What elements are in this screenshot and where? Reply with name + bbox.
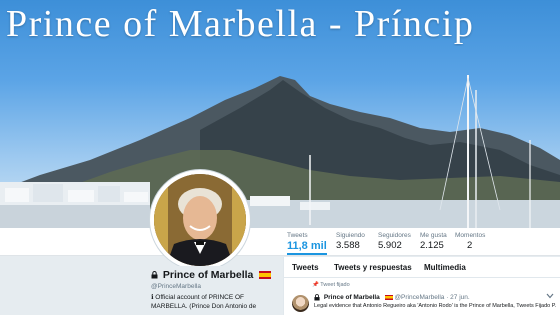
stat-likes-value: 2.125	[420, 240, 444, 251]
profile-handle[interactable]: @PrinceMarbella	[151, 283, 201, 290]
profile-nav-bar: Tweets 11,8 mil Siguiendo 3.588 Seguidor…	[0, 228, 560, 256]
profile-name-row: Prince of Marbella	[151, 269, 272, 281]
stat-followers[interactable]: Seguidores 5.902	[378, 232, 411, 256]
pinned-tweet-text: Tweet fijado	[320, 282, 350, 288]
stat-moments-value: 2	[467, 240, 473, 251]
tweet-handle-time[interactable]: @PrinceMarbella · 27 jun.	[394, 294, 469, 301]
stat-likes-label: Me gusta	[420, 232, 447, 239]
timeline-tabs: Tweets Tweets y respuestas Multimedia	[284, 257, 560, 278]
tweet-lock-icon	[314, 294, 320, 301]
stat-moments-label: Momentos	[455, 232, 486, 239]
tweet-spain-flag-icon	[384, 295, 393, 300]
stat-tweets[interactable]: Tweets 11,8 mil	[287, 232, 327, 255]
profile-name[interactable]: Prince of Marbella	[163, 269, 253, 281]
tweet-author-avatar[interactable]	[292, 295, 309, 312]
profile-bio-line1: ℹ Official account of PRINCE OF	[151, 294, 245, 301]
timeline-panel: Tweets Tweets y respuestas Multimedia 📌 …	[283, 257, 560, 315]
tab-media[interactable]: Multimedia	[424, 263, 466, 272]
spain-flag-icon	[259, 271, 272, 280]
tweet-header: Prince of Marbella @PrinceMarbella · 27 …	[314, 294, 470, 301]
profile-bio: ℹ Official account of PRINCE OF MARBELLA…	[151, 294, 281, 311]
profile-bio-line2: MARBELLA. (Prince Don Antonio de	[151, 302, 257, 310]
stat-tweets-label: Tweets	[287, 232, 308, 239]
banner-title-text: Prince of Marbella - Príncip	[6, 3, 475, 45]
avatar-portrait-image	[154, 174, 246, 266]
tweet-author-name[interactable]: Prince of Marbella	[324, 294, 380, 301]
stat-tweets-value: 11,8 mil	[287, 240, 327, 252]
stat-followers-label: Seguidores	[378, 232, 411, 239]
tab-tweets[interactable]: Tweets	[292, 263, 319, 272]
stat-following-label: Siguiendo	[336, 232, 365, 239]
tab-tweets-and-replies[interactable]: Tweets y respuestas	[334, 263, 412, 272]
stat-likes[interactable]: Me gusta 2.125	[420, 232, 447, 256]
stat-following-value: 3.588	[336, 240, 360, 251]
stat-moments[interactable]: Momentos 2	[455, 232, 485, 256]
profile-info-card: Prince of Marbella @PrinceMarbella ℹ Off…	[143, 266, 278, 315]
stat-following[interactable]: Siguiendo 3.588	[336, 232, 365, 256]
tweet-body-text: Legal evidence that Antonio Regueiro aka…	[314, 303, 556, 309]
pinned-tweet-label: 📌 Tweet fijado	[312, 282, 350, 288]
pin-icon: 📌	[312, 282, 319, 288]
profile-header-banner: Prince of Marbella - Príncip	[0, 0, 560, 228]
chevron-down-icon[interactable]	[546, 293, 554, 299]
stat-followers-value: 5.902	[378, 240, 402, 251]
protected-lock-icon	[151, 271, 158, 279]
profile-avatar[interactable]	[150, 170, 250, 270]
